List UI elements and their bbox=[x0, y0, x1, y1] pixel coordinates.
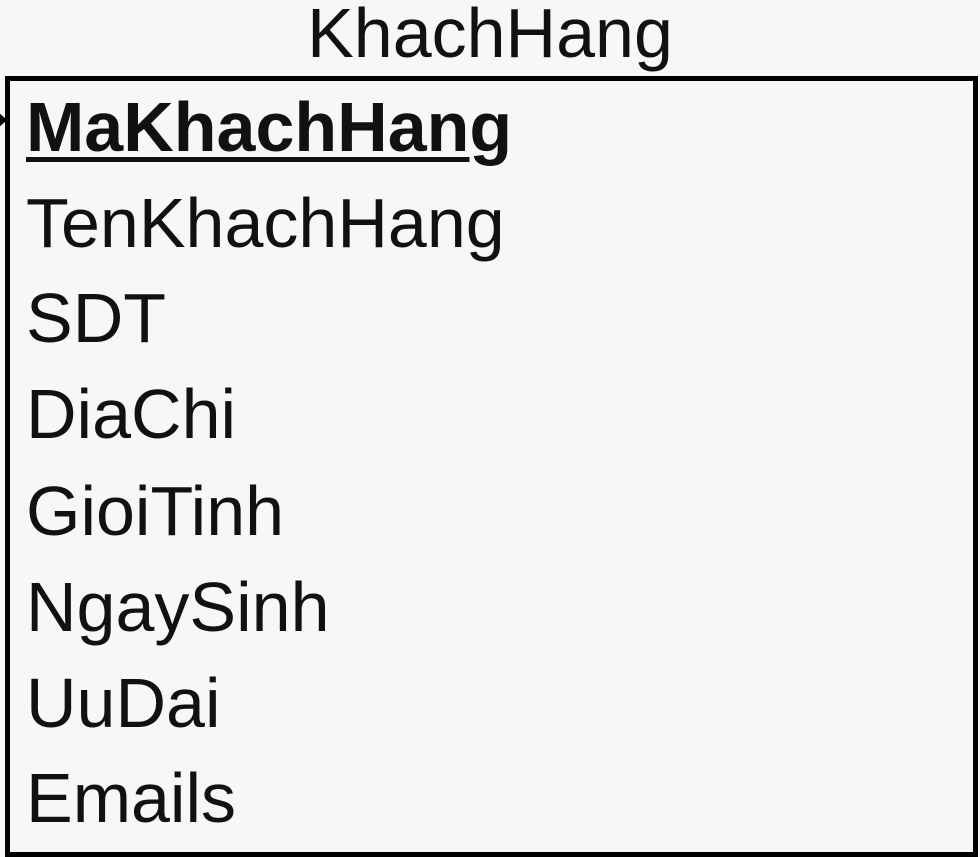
entity-title: KhachHang bbox=[307, 0, 673, 72]
attribute-item: Emails bbox=[26, 759, 237, 837]
entity-box: MaKhachHang TenKhachHang SDT DiaChi Gioi… bbox=[5, 76, 978, 857]
attribute-item: NgaySinh bbox=[26, 568, 330, 646]
attribute-item: TenKhachHang bbox=[26, 184, 505, 262]
attribute-item: GioiTinh bbox=[26, 472, 285, 550]
attribute-item: UuDai bbox=[26, 664, 221, 742]
attribute-item: SDT bbox=[26, 279, 166, 357]
attribute-item: DiaChi bbox=[26, 375, 237, 453]
attribute-primary-key: MaKhachHang bbox=[26, 88, 513, 166]
